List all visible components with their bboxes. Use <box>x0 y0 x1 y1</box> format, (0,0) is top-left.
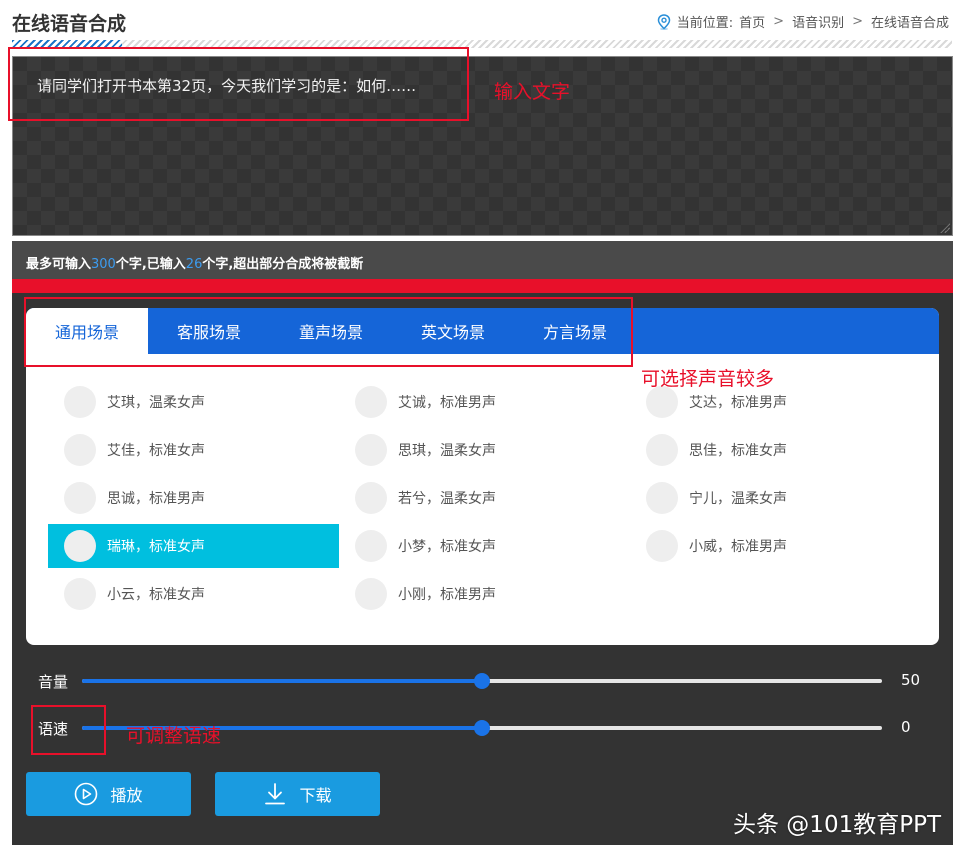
voice-item[interactable]: 思琪，温柔女声 <box>339 428 630 472</box>
page-title: 在线语音合成 <box>12 13 127 35</box>
play-button-label: 播放 <box>110 786 143 805</box>
download-button-label: 下载 <box>299 786 332 805</box>
annotation-box-speed <box>31 705 106 755</box>
annotation-many-voices: 可选择声音较多 <box>641 368 775 390</box>
avatar-icon <box>646 482 678 514</box>
voice-label: 小威，标准男声 <box>689 539 787 555</box>
voice-label: 小云，标准女声 <box>107 587 205 603</box>
volume-slider[interactable] <box>82 673 882 689</box>
voice-item[interactable]: 若兮，温柔女声 <box>339 476 630 520</box>
avatar-icon <box>64 530 96 562</box>
voice-item[interactable]: 小云，标准女声 <box>48 572 339 616</box>
download-icon <box>265 783 286 805</box>
char-entered-text: 个字,已输入 <box>115 257 186 272</box>
char-count-info: 最多可输入300个字,已输入26个字,超出部分合成将被截断 <box>12 241 953 279</box>
play-icon <box>75 782 98 806</box>
voice-item[interactable]: 小梦，标准女声 <box>339 524 630 568</box>
avatar-icon <box>64 386 96 418</box>
avatar-icon <box>355 482 387 514</box>
voice-label: 艾诚，标准男声 <box>398 395 496 411</box>
voice-item[interactable]: 小刚，标准男声 <box>339 572 630 616</box>
resize-handle[interactable] <box>940 223 950 233</box>
avatar-icon <box>355 530 387 562</box>
avatar-icon <box>64 434 96 466</box>
truncate-notice: 个字,超出部分合成将被截断 <box>202 257 364 272</box>
avatar-icon <box>646 434 678 466</box>
voice-item[interactable]: 艾琪，温柔女声 <box>48 380 339 424</box>
breadcrumb-speech-recognition-link[interactable]: 语音识别 <box>792 12 844 31</box>
voice-item[interactable]: 艾诚，标准男声 <box>339 380 630 424</box>
accent-divider <box>12 279 953 293</box>
voice-item[interactable]: 宁儿，温柔女声 <box>630 476 921 520</box>
voice-label: 若兮，温柔女声 <box>398 491 496 507</box>
avatar-icon <box>646 530 678 562</box>
download-button[interactable]: 下载 <box>215 772 380 816</box>
avatar-icon <box>355 434 387 466</box>
breadcrumb-current: 在线语音合成 <box>870 16 949 31</box>
speed-slider-thumb[interactable] <box>474 720 490 736</box>
annotation-adjust-speed: 可调整语速 <box>126 725 222 747</box>
annotation-box-tabs <box>24 297 633 367</box>
voice-label: 艾佳，标准女声 <box>107 443 205 459</box>
volume-label: 音量 <box>38 673 69 691</box>
play-button[interactable]: 播放 <box>26 772 191 816</box>
volume-slider-fill <box>82 679 482 683</box>
voice-item[interactable]: 艾佳，标准女声 <box>48 428 339 472</box>
char-limit-text: 最多可输入 <box>26 257 92 272</box>
breadcrumb-prefix: 当前位置: <box>676 16 734 31</box>
voice-item[interactable]: 思佳，标准女声 <box>630 428 921 472</box>
voice-item[interactable]: 小威，标准男声 <box>630 524 921 568</box>
annotation-box-input <box>8 47 469 121</box>
voice-item[interactable]: 思诚，标准男声 <box>48 476 339 520</box>
voice-label: 艾达，标准男声 <box>689 395 787 411</box>
avatar-icon <box>355 578 387 610</box>
breadcrumb-home-link[interactable]: 首页 <box>739 12 765 31</box>
volume-slider-thumb[interactable] <box>474 673 490 689</box>
voice-label: 思琪，温柔女声 <box>398 443 496 459</box>
voice-label: 思诚，标准男声 <box>107 491 205 507</box>
voice-label: 宁儿，温柔女声 <box>689 491 787 507</box>
breadcrumb-separator: > <box>773 14 785 29</box>
volume-value: 50 <box>901 671 921 689</box>
voice-item[interactable]: 瑞琳，标准女声 <box>48 524 339 568</box>
breadcrumb: 当前位置: 首页 > 语音识别 > 在线语音合成 <box>657 12 949 31</box>
char-entered-count: 26 <box>185 257 203 272</box>
avatar-icon <box>64 482 96 514</box>
location-pin-icon <box>657 13 671 30</box>
volume-slider-row: 音量 50 <box>26 666 939 696</box>
voice-label: 瑞琳，标准女声 <box>107 539 205 555</box>
voice-label: 艾琪，温柔女声 <box>107 395 205 411</box>
annotation-input-text: 输入文字 <box>494 81 571 103</box>
speed-value: 0 <box>901 718 911 736</box>
voice-label: 思佳，标准女声 <box>689 443 787 459</box>
voice-label: 小刚，标准男声 <box>398 587 496 603</box>
avatar-icon <box>355 386 387 418</box>
breadcrumb-separator: > <box>852 14 863 29</box>
voice-label: 小梦，标准女声 <box>398 539 496 555</box>
watermark: 头条 @101教育PPT <box>733 812 941 838</box>
avatar-icon <box>64 578 96 610</box>
char-limit-count: 300 <box>91 257 116 272</box>
